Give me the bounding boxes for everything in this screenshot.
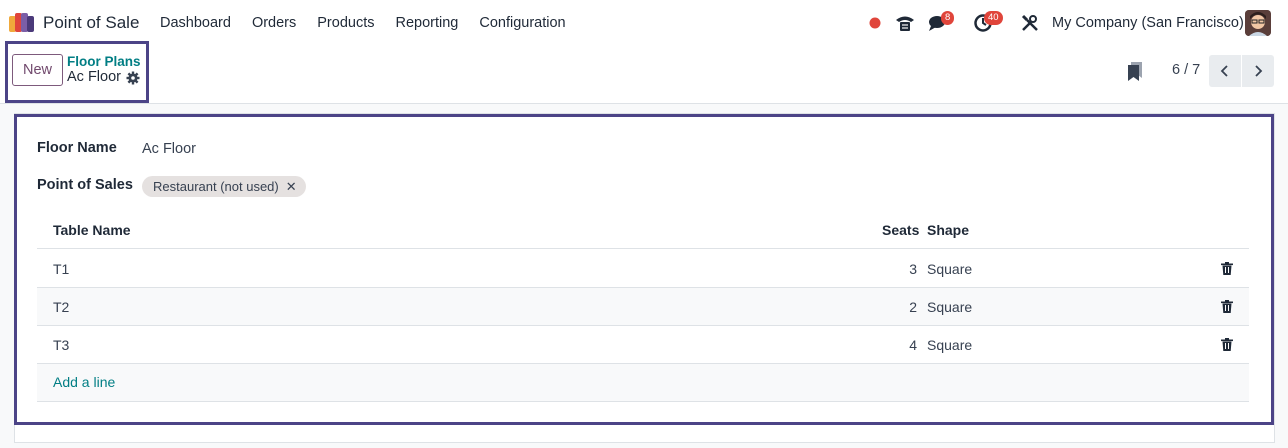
chevron-left-icon	[1220, 65, 1228, 77]
main-menu: Dashboard Orders Products Reporting Conf…	[160, 15, 587, 31]
menu-item-dashboard[interactable]: Dashboard	[160, 15, 231, 31]
shape-cell[interactable]: Square	[927, 299, 972, 315]
phone-button[interactable]	[893, 0, 917, 46]
shape-cell[interactable]: Square	[927, 261, 972, 277]
column-header-table-name[interactable]: Table Name	[53, 222, 131, 238]
control-panel	[0, 46, 1288, 104]
column-header-seats[interactable]: Seats	[882, 222, 919, 238]
floor-name-field[interactable]: Ac Floor	[142, 141, 196, 157]
debug-tools-button[interactable]	[1019, 0, 1041, 46]
table-name-cell[interactable]: T2	[53, 299, 69, 315]
status-indicator[interactable]	[866, 0, 884, 46]
avatar-icon	[1245, 10, 1271, 36]
table-row[interactable]: T1 3 Square	[37, 250, 1249, 288]
pager-value[interactable]: 6 / 7	[1172, 62, 1200, 78]
app-logo-icon[interactable]	[9, 12, 35, 32]
top-navbar: Point of Sale Dashboard Orders Products …	[0, 0, 1288, 46]
tools-icon	[1021, 14, 1038, 31]
seats-cell[interactable]: 4	[909, 337, 917, 353]
add-line-row: Add a line	[37, 364, 1249, 402]
user-avatar[interactable]	[1245, 10, 1271, 36]
menu-item-orders[interactable]: Orders	[252, 15, 296, 31]
table-header: Table Name Seats Shape	[37, 212, 1249, 249]
pos-tag-label: Restaurant (not used)	[153, 179, 279, 194]
activities-badge: 40	[984, 11, 1003, 25]
pos-tag: Restaurant (not used) ✕	[142, 176, 306, 197]
chevron-right-icon	[1255, 65, 1263, 77]
tag-remove-icon[interactable]: ✕	[286, 179, 297, 195]
point-of-sales-label: Point of Sales	[37, 177, 133, 193]
new-button[interactable]: New	[12, 54, 63, 86]
phone-icon	[896, 16, 914, 31]
company-switcher[interactable]: My Company (San Francisco)	[1052, 15, 1244, 31]
table-name-cell[interactable]: T3	[53, 337, 69, 353]
floor-name-label: Floor Name	[37, 140, 117, 156]
status-dot-icon	[869, 17, 881, 29]
pager-next-button[interactable]	[1242, 55, 1274, 87]
column-header-shape[interactable]: Shape	[927, 222, 969, 238]
messages-badge: 8	[941, 11, 955, 25]
breadcrumb-current-record: Ac Floor	[67, 69, 121, 85]
seats-cell[interactable]: 3	[909, 261, 917, 277]
gear-icon[interactable]	[126, 71, 140, 85]
menu-item-reporting[interactable]: Reporting	[396, 15, 459, 31]
menu-item-configuration[interactable]: Configuration	[479, 15, 565, 31]
seats-cell[interactable]: 2	[909, 299, 917, 315]
table-row[interactable]: T2 2 Square	[37, 288, 1249, 326]
add-line-link[interactable]: Add a line	[53, 374, 115, 390]
table-row[interactable]: T3 4 Square	[37, 326, 1249, 364]
app-name[interactable]: Point of Sale	[43, 13, 139, 33]
trash-icon[interactable]	[1221, 262, 1233, 275]
breadcrumb-floor-plans[interactable]: Floor Plans	[67, 54, 141, 69]
menu-item-products[interactable]: Products	[317, 15, 374, 31]
bookmark-icon[interactable]	[1127, 61, 1145, 81]
shape-cell[interactable]: Square	[927, 337, 972, 353]
trash-icon[interactable]	[1221, 338, 1233, 351]
table-name-cell[interactable]: T1	[53, 261, 69, 277]
trash-icon[interactable]	[1221, 300, 1233, 313]
pager-previous-button[interactable]	[1209, 55, 1241, 87]
